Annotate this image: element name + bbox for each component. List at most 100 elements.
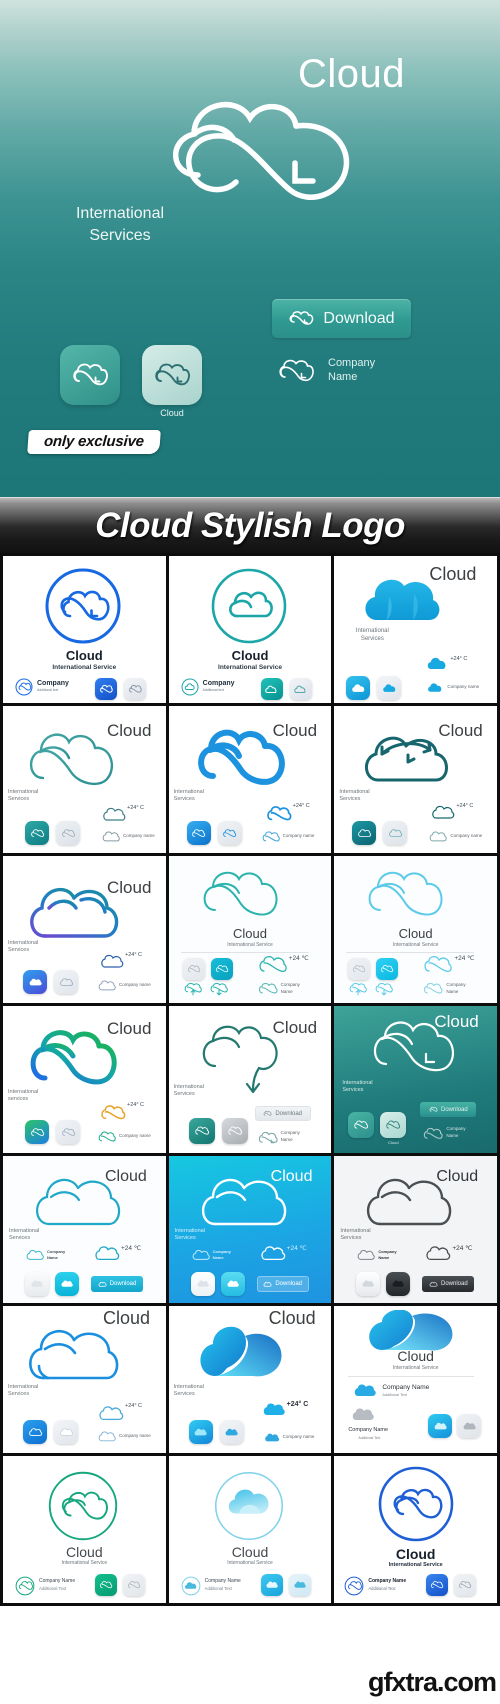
app-icon-gray[interactable]: [54, 970, 78, 994]
app-icon-blue[interactable]: [23, 1420, 47, 1444]
preview-cell-2[interactable]: Cloud International Service Company Addi…: [168, 556, 332, 703]
download-button[interactable]: Download: [272, 299, 411, 338]
weather-cloud-infinity-icon: [259, 956, 287, 973]
app-icon-gray[interactable]: [56, 821, 80, 845]
cell-company-name-line-2: Name: [446, 989, 459, 994]
app-icon-lightblue[interactable]: [288, 1574, 311, 1596]
cell-title: Cloud: [107, 721, 152, 740]
app-icon-gray[interactable]: [124, 678, 146, 700]
preview-cell-20[interactable]: Cloud International Service Company Name…: [168, 1456, 332, 1603]
app-icon-gray[interactable]: [348, 958, 371, 980]
app-icon-green[interactable]: [95, 1574, 117, 1596]
preview-cell-6[interactable]: Cloud International Services +24° C Comp…: [334, 706, 497, 853]
app-icon-cyan[interactable]: [260, 1574, 283, 1596]
app-icon-blue[interactable]: [95, 678, 117, 700]
preview-cell-17[interactable]: Cloud International Services +24° C Comp…: [168, 1306, 332, 1453]
download-button[interactable]: Download: [256, 1276, 309, 1292]
preview-cell-15[interactable]: Cloud International Services Company Nam…: [334, 1156, 497, 1303]
cell-title: Cloud: [434, 1012, 479, 1031]
app-icon-blue[interactable]: [186, 821, 211, 845]
app-icon-gray[interactable]: [217, 821, 242, 845]
preview-cell-8[interactable]: Cloud International Service +24 ℃ Compan…: [168, 856, 332, 1003]
cell-subtitle-line-1: International: [8, 1384, 39, 1390]
preview-cell-11[interactable]: Cloud International Services Download Co…: [168, 1006, 332, 1153]
cloud-icon: [59, 1427, 73, 1436]
app-icon-black[interactable]: [386, 1272, 411, 1296]
cell-subtitle-line-2: Services: [340, 1235, 362, 1241]
app-icon-silver[interactable]: [221, 1118, 248, 1144]
app-icon-green[interactable]: [25, 1120, 49, 1144]
preview-cell-21[interactable]: Cloud International Service Company Name…: [334, 1456, 497, 1603]
preview-cell-1[interactable]: Cloud International Service Company Addi…: [3, 556, 166, 703]
app-icon-gray[interactable]: [54, 1420, 78, 1444]
cell-title: Cloud: [270, 1168, 313, 1185]
app-icon-cyan[interactable]: [428, 1414, 453, 1438]
weather-cloud-infinity-icon: [424, 956, 453, 973]
cell-subtitle-line-2: Services: [8, 1391, 30, 1397]
download-button[interactable]: Download: [422, 1276, 475, 1292]
preview-cell-10[interactable]: Cloud International services +24° C Comp…: [3, 1006, 166, 1153]
download-button[interactable]: Download: [91, 1276, 143, 1292]
app-icon-teal[interactable]: [25, 821, 49, 845]
preview-cell-5[interactable]: Cloud International Services +24° C Comp…: [168, 706, 332, 853]
cell-company-name-line-2: Name: [47, 1255, 58, 1260]
app-icon-cyan[interactable]: [55, 1272, 79, 1296]
app-icon-teal[interactable]: [348, 1112, 375, 1138]
cloud-infinity-icon: [99, 684, 113, 693]
app-icon-light[interactable]: [142, 345, 202, 405]
hero-cloud-logo-icon: [150, 78, 375, 223]
app-icon-gray[interactable]: [219, 1420, 244, 1444]
app-icon-cyan[interactable]: [376, 958, 399, 980]
app-icon-blueviolet[interactable]: [23, 970, 47, 994]
app-icon-dark[interactable]: [60, 345, 120, 405]
download-button[interactable]: Download: [420, 1102, 477, 1117]
app-icon-gray[interactable]: [182, 958, 205, 980]
cell-title: Cloud: [268, 1308, 316, 1328]
cell-company-name-2: Company Name: [348, 1427, 389, 1433]
download-button[interactable]: Download: [254, 1106, 311, 1121]
preview-cell-7[interactable]: Cloud International Services +24° C Comp…: [3, 856, 166, 1003]
cell-company-name: Company name: [123, 833, 155, 838]
preview-cell-3[interactable]: Cloud International Services +24° C Comp…: [334, 556, 497, 703]
cloud-download-icon: [210, 983, 228, 996]
app-icon-teal[interactable]: [188, 1118, 215, 1144]
preview-cell-14[interactable]: Cloud International Services Company Nam…: [168, 1156, 332, 1303]
cell-temperature: +24 ℃: [288, 955, 309, 962]
app-icon-gray[interactable]: [289, 678, 312, 700]
company-cloud-icon: [262, 831, 280, 842]
circle-cloud-infinity-icon: [45, 568, 121, 644]
app-icon-blue[interactable]: [346, 676, 371, 700]
app-icon-white[interactable]: [25, 1272, 49, 1296]
cell-additional-text-2: Additional Text: [358, 1436, 381, 1440]
preview-cell-13[interactable]: Cloud International Services Company Nam…: [3, 1156, 166, 1303]
cloud-icon: [434, 1422, 447, 1429]
preview-cell-16[interactable]: Cloud International Services +24° C Comp…: [3, 1306, 166, 1453]
app-icon-silver[interactable]: [457, 1414, 482, 1438]
company-cloud-silver-icon: [353, 1408, 375, 1420]
cloud-infinity-icon: [128, 1581, 141, 1589]
preview-cell-18[interactable]: Cloud International Service Company Name…: [334, 1306, 497, 1453]
preview-cell-12[interactable]: Cloud International Services Download Co…: [334, 1006, 497, 1153]
app-icon-lightteal[interactable]: [380, 1112, 407, 1138]
app-icon-white[interactable]: [356, 1272, 381, 1296]
app-icon-gray[interactable]: [56, 1120, 80, 1144]
preview-cell-19[interactable]: Cloud International Service Company Name…: [3, 1456, 166, 1603]
app-icon-gray[interactable]: [383, 821, 408, 845]
app-icon-cyan[interactable]: [188, 1420, 213, 1444]
cell-subtitle-line-1: International: [8, 1089, 39, 1095]
app-icon-gray[interactable]: [454, 1574, 477, 1596]
app-icon-blue[interactable]: [426, 1574, 449, 1596]
app-icon-cyan[interactable]: [210, 958, 233, 980]
app-icon-gray[interactable]: [377, 676, 402, 700]
preview-cell-9[interactable]: Cloud International Service +24 ℃ Compan…: [334, 856, 497, 1003]
cell-subtitle-line-2: Services: [9, 1235, 31, 1241]
app-icon-white[interactable]: [190, 1272, 215, 1296]
app-icon-cyan[interactable]: [220, 1272, 245, 1296]
app-icon-teal[interactable]: [260, 678, 283, 700]
app-icon-gray[interactable]: [123, 1574, 145, 1596]
divider: [348, 1376, 475, 1377]
cell-title: Cloud: [65, 648, 103, 663]
app-icon-darkteal[interactable]: [352, 821, 377, 845]
cell-company-name: Company name: [119, 982, 151, 987]
preview-cell-4[interactable]: Cloud International Services +24° C Comp…: [3, 706, 166, 853]
